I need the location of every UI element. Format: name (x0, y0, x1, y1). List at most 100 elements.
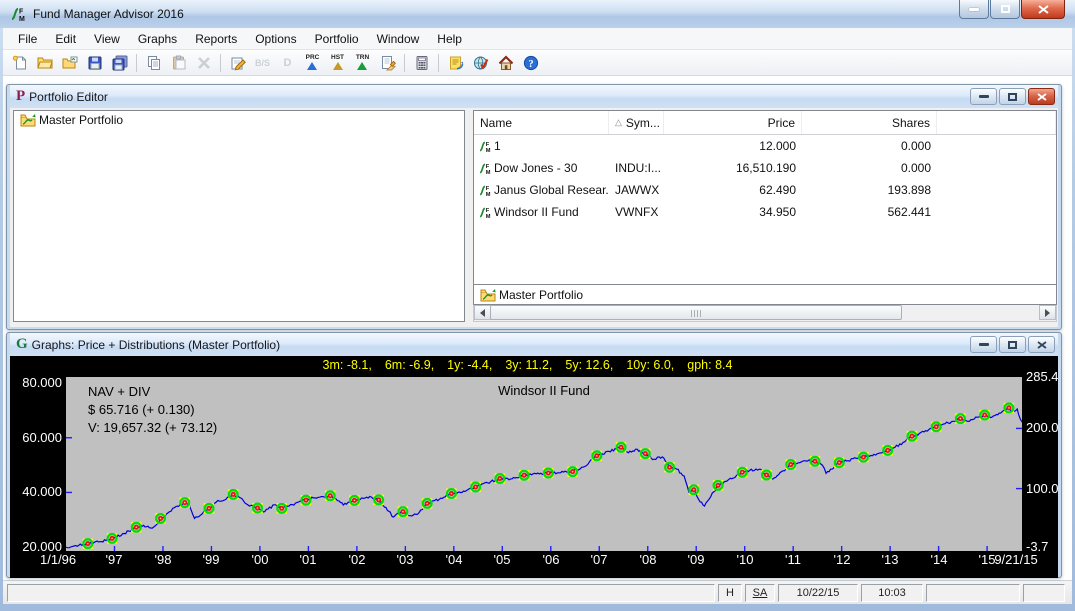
portfolio-footer-bar[interactable]: Master Portfolio (473, 285, 1057, 305)
table-row[interactable]: FMJanus Global Resear...JAWWX62.490193.8… (474, 179, 1056, 201)
menu-graphs[interactable]: Graphs (129, 29, 186, 49)
save-icon (87, 55, 103, 71)
y-axis-right-label: 200.0 (1026, 421, 1058, 435)
open-investment-icon (62, 55, 78, 71)
cell-name: FMWindsor II Fund (474, 201, 609, 223)
portfolio-editor-titlebar[interactable]: P Portfolio Editor (10, 85, 1058, 108)
memo-icon (448, 55, 464, 71)
menu-portfolio[interactable]: Portfolio (306, 29, 368, 49)
minimize-button[interactable] (959, 0, 989, 19)
scrollbar-thumb[interactable] (490, 305, 902, 320)
delete-x-icon (196, 55, 212, 71)
help-icon: ? (523, 55, 539, 71)
graphs-close-button[interactable] (1028, 336, 1055, 353)
y-axis-right-label: 285.4 (1026, 370, 1058, 384)
cell-symbol: VWNFX (609, 201, 664, 223)
globe-check-icon (473, 55, 489, 71)
help-button[interactable]: ? (518, 51, 543, 74)
stat-item: 6m: -6.9, (385, 358, 434, 372)
column-header-shares[interactable]: Shares (802, 111, 937, 134)
cell-name: FMDow Jones - 30 (474, 157, 609, 179)
pe-minimize-button[interactable] (970, 88, 997, 105)
open-portfolio-button[interactable] (32, 51, 57, 74)
column-header-price[interactable]: Price (664, 111, 802, 134)
application-window: FM Fund Manager Advisor 2016 FileEditVie… (0, 0, 1075, 611)
pe-close-button[interactable] (1028, 88, 1055, 105)
cell-shares: 0.000 (802, 135, 937, 157)
price-chart[interactable]: 3m: -8.1,6m: -6.9,1y: -4.4,3y: 11.2,5y: … (10, 356, 1058, 578)
new-portfolio-button[interactable] (7, 51, 32, 74)
retrieve-transactions-button[interactable]: TRN (350, 51, 375, 74)
column-header-filler[interactable] (937, 111, 1056, 134)
internet-retrieve-button[interactable] (468, 51, 493, 74)
x-axis-year-label: '00 (252, 552, 269, 567)
status-time-panel: 10:03 (861, 584, 923, 602)
svg-text:M: M (19, 16, 25, 22)
x-axis-year-label: '09 (688, 552, 705, 567)
pe-maximize-button[interactable] (999, 88, 1026, 105)
sort-ascending-icon: △ (615, 117, 622, 128)
graphs-window: G Graphs: Price + Distributions (Master … (6, 332, 1062, 578)
graphs-minimize-button[interactable] (970, 336, 997, 353)
svg-text:M: M (486, 192, 491, 197)
horizontal-scrollbar[interactable] (473, 305, 1057, 322)
graphs-titlebar[interactable]: G Graphs: Price + Distributions (Master … (10, 333, 1058, 356)
holdings-header-row: Name△Sym...PriceShares (474, 111, 1056, 135)
cell-price: 34.950 (664, 201, 802, 223)
chart-title: Windsor II Fund (66, 383, 1022, 398)
app-icon: FM (9, 6, 27, 22)
table-row[interactable]: FMDow Jones - 30INDU:I...16,510.1900.000 (474, 157, 1056, 179)
copy-button[interactable] (141, 51, 166, 74)
holdings-table: Name△Sym...PriceSharesFM112.0000.000FMDo… (473, 110, 1057, 285)
status-panel (1023, 584, 1065, 602)
new-file-icon (12, 55, 28, 71)
open-folder-icon (37, 55, 53, 71)
holdings-panel: Name△Sym...PriceSharesFM112.0000.000FMDo… (473, 110, 1057, 322)
legend-price-label: $ 65.716 (+ 0.130) (88, 401, 217, 419)
svg-text:M: M (486, 214, 491, 219)
mdi-area: P Portfolio Editor Master (3, 76, 1072, 580)
delete-button (191, 51, 216, 74)
scroll-right-button[interactable] (1039, 305, 1056, 320)
menu-file[interactable]: File (9, 29, 46, 49)
arrow-up-blue-icon: PRC (306, 55, 320, 71)
open-investment-button[interactable] (57, 51, 82, 74)
scroll-left-button[interactable] (474, 305, 491, 320)
x-axis-year-label: '15 (979, 552, 996, 567)
save-all-button[interactable] (107, 51, 132, 74)
column-header-name[interactable]: Name (474, 111, 609, 134)
close-button[interactable] (1021, 0, 1065, 19)
y-axis-left-label: 60.000 (12, 431, 62, 445)
y-axis-left-label: 40.000 (12, 485, 62, 499)
save-button[interactable] (82, 51, 107, 74)
menu-help[interactable]: Help (428, 29, 471, 49)
y-axis-left-label: 80.000 (12, 376, 62, 390)
tree-item-master-portfolio[interactable]: Master Portfolio (14, 111, 464, 129)
properties-button[interactable] (375, 51, 400, 74)
column-header-sym[interactable]: △Sym... (609, 111, 664, 134)
menu-window[interactable]: Window (368, 29, 429, 49)
svg-text:M: M (486, 170, 491, 175)
maximize-button[interactable] (990, 0, 1020, 19)
home-button[interactable] (493, 51, 518, 74)
table-row[interactable]: FM112.0000.000 (474, 135, 1056, 157)
menu-edit[interactable]: Edit (46, 29, 85, 49)
edit-transaction-button[interactable] (225, 51, 250, 74)
menu-view[interactable]: View (85, 29, 129, 49)
menu-options[interactable]: Options (246, 29, 305, 49)
memo-button[interactable] (443, 51, 468, 74)
x-axis-year-label: '99 (203, 552, 220, 567)
table-row[interactable]: FMWindsor II FundVWNFX34.950562.441 (474, 201, 1056, 223)
calculator-button[interactable] (409, 51, 434, 74)
investment-icon: FM (478, 206, 491, 219)
menu-reports[interactable]: Reports (186, 29, 246, 49)
maximize-icon (1001, 5, 1010, 13)
graphs-maximize-button[interactable] (999, 336, 1026, 353)
retrieve-history-button[interactable]: HST (325, 51, 350, 74)
graphs-icon: G (16, 337, 28, 352)
retrieve-prices-button[interactable]: PRC (300, 51, 325, 74)
cell-name: FMJanus Global Resear... (474, 179, 609, 201)
titlebar[interactable]: FM Fund Manager Advisor 2016 (0, 0, 1075, 28)
svg-text:F: F (486, 142, 490, 148)
toolbar-separator (136, 54, 137, 72)
